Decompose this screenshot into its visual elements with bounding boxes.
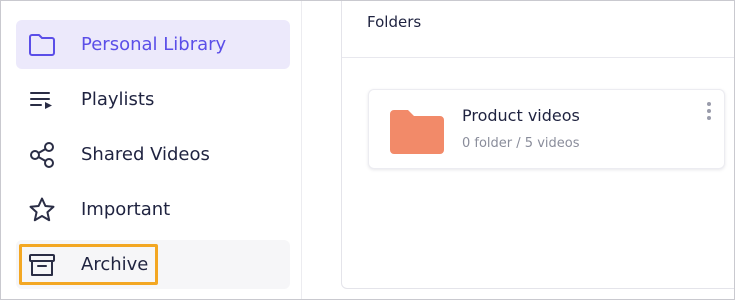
app-window: Personal Library Playlists Shared Videos… [0, 0, 735, 300]
folder-name: Product videos [462, 106, 580, 125]
sidebar-item-playlists[interactable]: Playlists [16, 75, 290, 124]
folder-meta: 0 folder / 5 videos [462, 136, 580, 151]
folder-card[interactable]: Product videos 0 folder / 5 videos [368, 89, 725, 169]
sidebar-item-label: Archive [81, 254, 149, 275]
star-icon [28, 196, 56, 224]
sidebar-item-important[interactable]: Important [16, 185, 290, 234]
playlist-icon [28, 86, 56, 114]
sidebar: Personal Library Playlists Shared Videos… [1, 1, 301, 299]
sidebar-item-label: Personal Library [81, 34, 227, 55]
more-options-icon[interactable] [701, 100, 717, 122]
folder-icon [28, 31, 56, 59]
page-title: Folders [367, 13, 422, 31]
share-icon [28, 141, 56, 169]
folders-panel: Folders Product videos 0 folder / 5 vide… [341, 1, 734, 289]
folder-icon [390, 108, 444, 160]
folders-header: Folders [342, 2, 734, 58]
sidebar-item-shared-videos[interactable]: Shared Videos [16, 130, 290, 179]
sidebar-item-label: Shared Videos [81, 144, 210, 165]
sidebar-item-label: Important [81, 199, 171, 220]
sidebar-divider [301, 1, 302, 299]
sidebar-item-archive[interactable]: Archive [16, 240, 290, 289]
sidebar-item-label: Playlists [81, 89, 155, 110]
archive-icon [28, 251, 56, 279]
sidebar-item-personal-library[interactable]: Personal Library [16, 20, 290, 69]
